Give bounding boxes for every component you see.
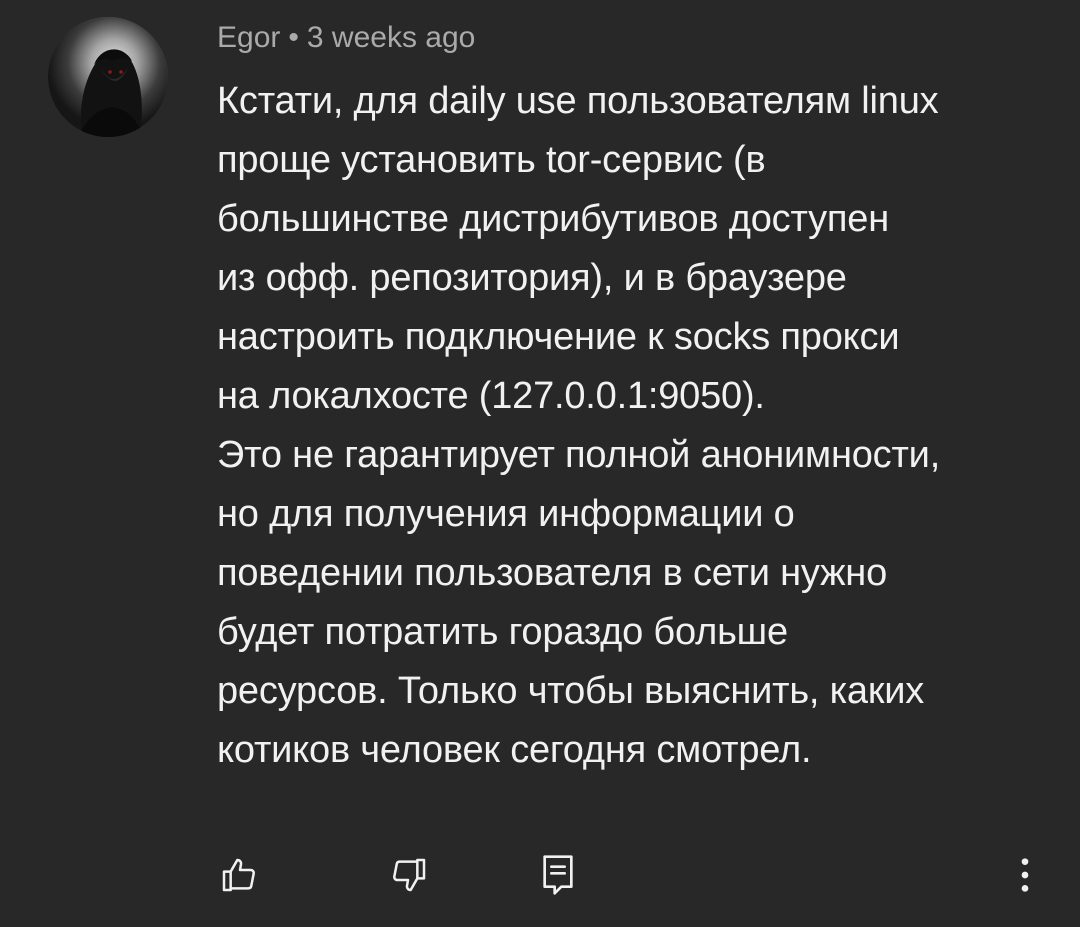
comment-line: но для получения информации о bbox=[217, 493, 795, 535]
reply-comment-icon bbox=[543, 855, 573, 895]
comment-line: проще установить tor-сервис (в bbox=[217, 139, 766, 181]
thumbs-down-icon bbox=[393, 858, 426, 892]
meta-separator: • bbox=[288, 21, 299, 54]
thumbs-up-icon bbox=[222, 858, 255, 892]
comment-line: Это не гарантирует полной анонимности, bbox=[217, 434, 941, 476]
more-options-button[interactable] bbox=[1000, 850, 1050, 900]
avatar-image bbox=[48, 17, 168, 137]
comment-line: будет потратить гораздо больше bbox=[217, 611, 788, 653]
comment-text: Кстати, для daily use пользователям linu… bbox=[217, 72, 1057, 780]
avatar[interactable] bbox=[48, 17, 168, 137]
comment-line: на локалхосте (127.0.0.1:9050). bbox=[217, 375, 765, 417]
like-button[interactable] bbox=[214, 850, 264, 900]
reply-button[interactable] bbox=[533, 850, 583, 900]
comment-line: ресурсов. Только чтобы выяснить, каких bbox=[217, 670, 925, 712]
author-name[interactable]: Egor bbox=[217, 21, 280, 54]
comment-line: Кстати, для daily use пользователям linu… bbox=[217, 80, 939, 122]
comment-line: поведении пользователя в сети нужно bbox=[217, 552, 888, 594]
comment-actions bbox=[0, 840, 1080, 910]
more-vertical-icon bbox=[1021, 858, 1029, 892]
comment-line: настроить подключение к socks прокси bbox=[217, 316, 900, 358]
dislike-button[interactable] bbox=[384, 850, 434, 900]
comment-line: большинстве дистрибутивов доступен bbox=[217, 198, 889, 240]
comment-line: из офф. репозитория), и в браузере bbox=[217, 257, 847, 299]
comment-line: котиков человек сегодня смотрел. bbox=[217, 729, 812, 771]
comment-time: 3 weeks ago bbox=[306, 21, 476, 54]
comment-meta: Egor • 3 weeks ago bbox=[217, 18, 475, 58]
comment-item: Egor • 3 weeks ago Кстати, для daily use п… bbox=[0, 0, 1080, 927]
